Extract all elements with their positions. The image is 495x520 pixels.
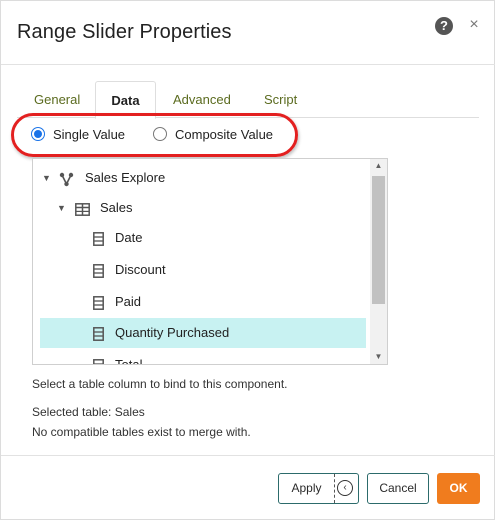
apply-separator (334, 474, 335, 503)
tab-data[interactable]: Data (95, 81, 156, 119)
tree-item-column-selected[interactable]: Quantity Purchased (40, 318, 366, 348)
tree-item-model[interactable]: ▼ Sales Explore (33, 163, 366, 193)
cancel-button[interactable]: Cancel (367, 473, 429, 504)
table-icon (75, 193, 90, 223)
ok-button[interactable]: OK (437, 473, 480, 504)
composite-value-radio[interactable] (153, 127, 167, 141)
scroll-down-icon[interactable]: ▼ (370, 350, 387, 364)
tab-advanced[interactable]: Advanced (173, 81, 231, 118)
apply-button[interactable]: Apply (279, 474, 334, 503)
merge-info-text: No compatible tables exist to merge with… (32, 425, 251, 439)
column-tree: ▼ Sales Explore ▼ Sales Date Discount Pa… (32, 158, 388, 365)
dialog-title: Range Slider Properties (17, 21, 232, 43)
single-value-label[interactable]: Single Value (53, 127, 125, 143)
tree-item-table[interactable]: ▼ Sales (33, 193, 366, 223)
tree-item-column[interactable]: Total (33, 350, 366, 365)
apply-button-group: Apply ‹ (278, 473, 359, 504)
column-icon (93, 255, 104, 285)
tree-item-label: Total (115, 357, 143, 365)
close-icon[interactable]: × (467, 15, 481, 35)
tree-item-column[interactable]: Discount (33, 255, 366, 285)
footer-divider (1, 455, 495, 456)
tree-item-column[interactable]: Date (33, 223, 366, 253)
column-icon (93, 350, 104, 364)
tab-script[interactable]: Script (264, 81, 297, 118)
tree-scrollbar[interactable]: ▲ ▼ (370, 159, 387, 364)
column-icon (93, 287, 104, 317)
tab-bar: General Data Advanced Script (17, 81, 479, 119)
caret-down-icon[interactable]: ▼ (42, 163, 52, 193)
tree-item-label: Date (115, 230, 143, 245)
tab-general[interactable]: General (34, 81, 80, 118)
composite-value-label[interactable]: Composite Value (175, 127, 273, 143)
scroll-up-icon[interactable]: ▲ (370, 159, 387, 173)
scroll-thumb[interactable] (372, 176, 385, 304)
help-icon[interactable]: ? (435, 17, 453, 35)
caret-down-icon[interactable]: ▼ (57, 193, 67, 223)
header-divider (1, 64, 495, 65)
column-icon (93, 318, 104, 348)
column-icon (93, 223, 104, 253)
tree-item-label: Discount (115, 262, 166, 277)
selected-table-text: Selected table: Sales (32, 405, 145, 419)
tree-item-label: Paid (115, 294, 142, 309)
tree-item-label: Quantity Purchased (115, 325, 230, 340)
tree-item-label: Sales (100, 200, 133, 215)
properties-dialog: Range Slider Properties ? × General Data… (0, 0, 495, 520)
tree-item-label: Sales Explore (85, 170, 166, 185)
chevron-left-icon[interactable]: ‹ (337, 480, 353, 496)
single-value-radio[interactable] (31, 127, 45, 141)
bind-hint-text: Select a table column to bind to this co… (32, 377, 288, 391)
data-model-icon (59, 163, 74, 193)
tree-item-column[interactable]: Paid (33, 287, 366, 317)
